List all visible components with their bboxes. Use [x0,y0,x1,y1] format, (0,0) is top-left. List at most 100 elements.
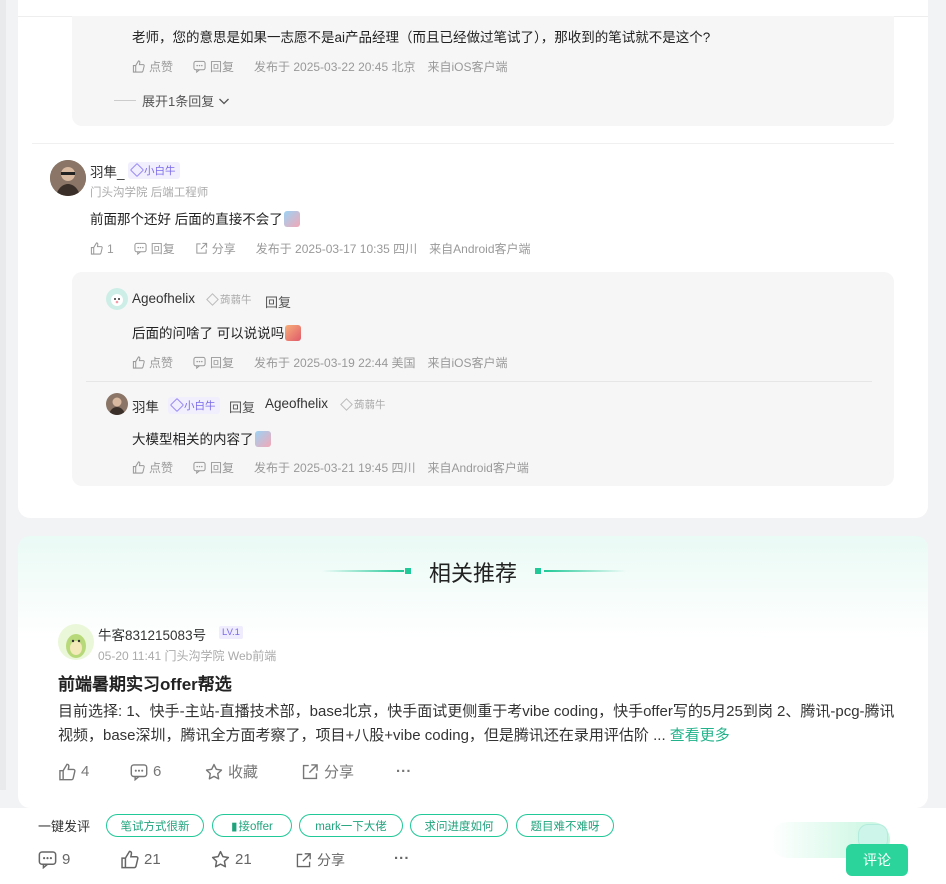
chevron-down-icon [219,98,230,104]
heading-decoration-right [544,570,626,572]
quick-comment-chip[interactable]: ▮ 接offer [212,814,292,837]
quick-comment-chip[interactable]: mark一下大佬 [299,814,403,837]
quick-comment-chip[interactable]: 求问进度如何 [410,814,508,837]
comment-icon [193,356,206,369]
share-button[interactable]: 分享 [301,761,396,782]
thumb-up-icon [59,763,76,780]
avatar[interactable] [106,288,128,310]
comment-icon [130,763,148,781]
reply-divider [86,381,872,382]
like-button[interactable]: 点赞 [132,58,173,75]
publish-time: 发布于 2025-03-19 22:44 美国 [254,356,416,370]
post-meta: 05-20 11:41 门头沟学院 Web前端 [98,649,277,663]
star-icon [211,850,230,868]
emoji-icon [285,325,302,341]
comment-divider [32,143,894,144]
more-options-button[interactable]: ... [394,846,410,863]
thumb-up-icon [132,461,145,474]
expand-replies-button[interactable]: 展开1条回复 [114,91,231,110]
collect-label: 收藏 [228,764,259,781]
reply-username[interactable]: Ageofhelix [132,291,195,306]
avatar[interactable] [50,160,86,196]
share-label: 分享 [317,852,345,868]
emoji-icon [254,431,271,447]
collect-button[interactable]: 收藏 [205,761,301,782]
post-title[interactable]: 前端暑期实习offer帮选 [58,670,232,695]
comment-icon [193,461,206,474]
reply-button[interactable]: 回复 [193,354,234,371]
like-button[interactable]: 21 [120,850,161,869]
share-button[interactable]: 分享 [295,850,345,870]
avatar[interactable] [58,624,94,660]
client-label: 来自iOS客户端 [427,356,508,370]
avatar-image [106,393,128,415]
thumb-up-icon [132,356,145,369]
comment-icon [134,242,147,255]
like-label: 点赞 [149,356,174,370]
user-org: 门头沟学院 后端工程师 [90,187,209,199]
client-label: 来自Android客户端 [427,461,529,475]
comment-meta: 1 回复 分享 发布于 2025-03-17 10:35 四川 来自Androi… [90,240,531,257]
like-button[interactable]: 点赞 [132,354,173,371]
avatar-image [106,288,128,310]
like-button[interactable]: 4 [58,763,130,781]
comment-count-button[interactable]: 9 [38,850,70,869]
comment-count: 9 [62,851,71,868]
user-level-badge: 小白牛 [128,162,180,179]
more-options-button[interactable]: ... [396,759,412,776]
reply-username[interactable]: 羽隼 [132,396,159,416]
reply-text: 大模型相关的内容了 [132,428,271,448]
reply-meta: 点赞 回复 发布于 2025-03-21 19:45 四川 来自Android客… [132,459,529,476]
avatar[interactable] [106,393,128,415]
like-count: 1 [107,241,114,256]
reply-to-label: 回复 [229,400,256,415]
like-button[interactable]: 1 [90,242,114,256]
reply-meta: 点赞 回复 发布于 2025-03-19 22:44 美国 来自iOS客户端 [132,354,507,371]
publish-time: 发布于 2025-03-17 10:35 四川 [255,242,418,256]
top-reply-text: 老师，您的意思是如果一志愿不是ai产品经理（而且已经做过笔试了），那收到的笔试就… [132,30,711,45]
thumb-up-icon [132,60,145,73]
like-button[interactable]: 点赞 [132,459,173,476]
reply-to-label: 回复 [265,295,292,310]
comment-text-content: 前面那个还好 后面的直接不会了 [90,212,283,227]
avatar-image [50,160,86,196]
reply-text: 后面的问啥了 可以说说吗 [132,322,302,342]
reply-label: 回复 [210,461,235,475]
reply-button[interactable]: 回复 [193,459,234,476]
read-more-link[interactable]: 查看更多 [670,727,730,744]
comment-count: 6 [153,763,162,780]
client-label: 来自iOS客户端 [427,60,508,74]
comment-username[interactable]: 羽隼_ [90,161,125,181]
reply-label: 回复 [150,242,175,256]
publish-time: 发布于 2025-03-22 20:45 北京 [254,60,416,74]
quick-comment-chip[interactable]: 笔试方式很新 [106,814,204,837]
reply-label: 回复 [210,356,235,370]
star-count: 21 [235,851,252,868]
post-actions: 4 6 收藏 分享 ... [58,759,412,782]
reply-label: 回复 [210,60,235,74]
heading-dot-right [535,568,541,574]
fire-icon: ▮ [231,820,238,833]
like-count: 21 [144,851,161,868]
share-button[interactable]: 分享 [195,240,236,257]
like-label: 点赞 [149,461,174,475]
top-reply-meta: 点赞 回复 发布于 2025-03-22 20:45 北京 来自iOS客户端 [132,58,507,75]
quick-comment-label: 一键发评 [38,819,91,834]
quick-comment-chip[interactable]: 题目难不难呀 [516,814,614,837]
post-author[interactable]: 牛客831215083号 [98,624,206,644]
like-label: 点赞 [149,60,174,74]
comment-button[interactable]: 6 [130,763,205,781]
emoji-icon [283,211,300,227]
star-button[interactable]: 21 [211,850,252,869]
post-body[interactable]: 目前选择: 1、快手-主站-直播技术部，base北京，快手面试更侧重于考vibe… [58,700,898,748]
reply-button[interactable]: 回复 [134,240,175,257]
expand-label: 展开1条回复 [142,94,215,109]
star-icon [205,763,223,780]
reply-button[interactable]: 回复 [193,58,234,75]
comment-button[interactable]: 评论 [846,844,908,876]
reply-target-username[interactable]: Ageofhelix [265,396,328,411]
user-level-badge: LV.1 [219,626,243,639]
user-level-badge: 蒟蒻牛 [206,292,252,307]
share-label: 分享 [211,242,236,256]
share-icon [302,763,318,779]
